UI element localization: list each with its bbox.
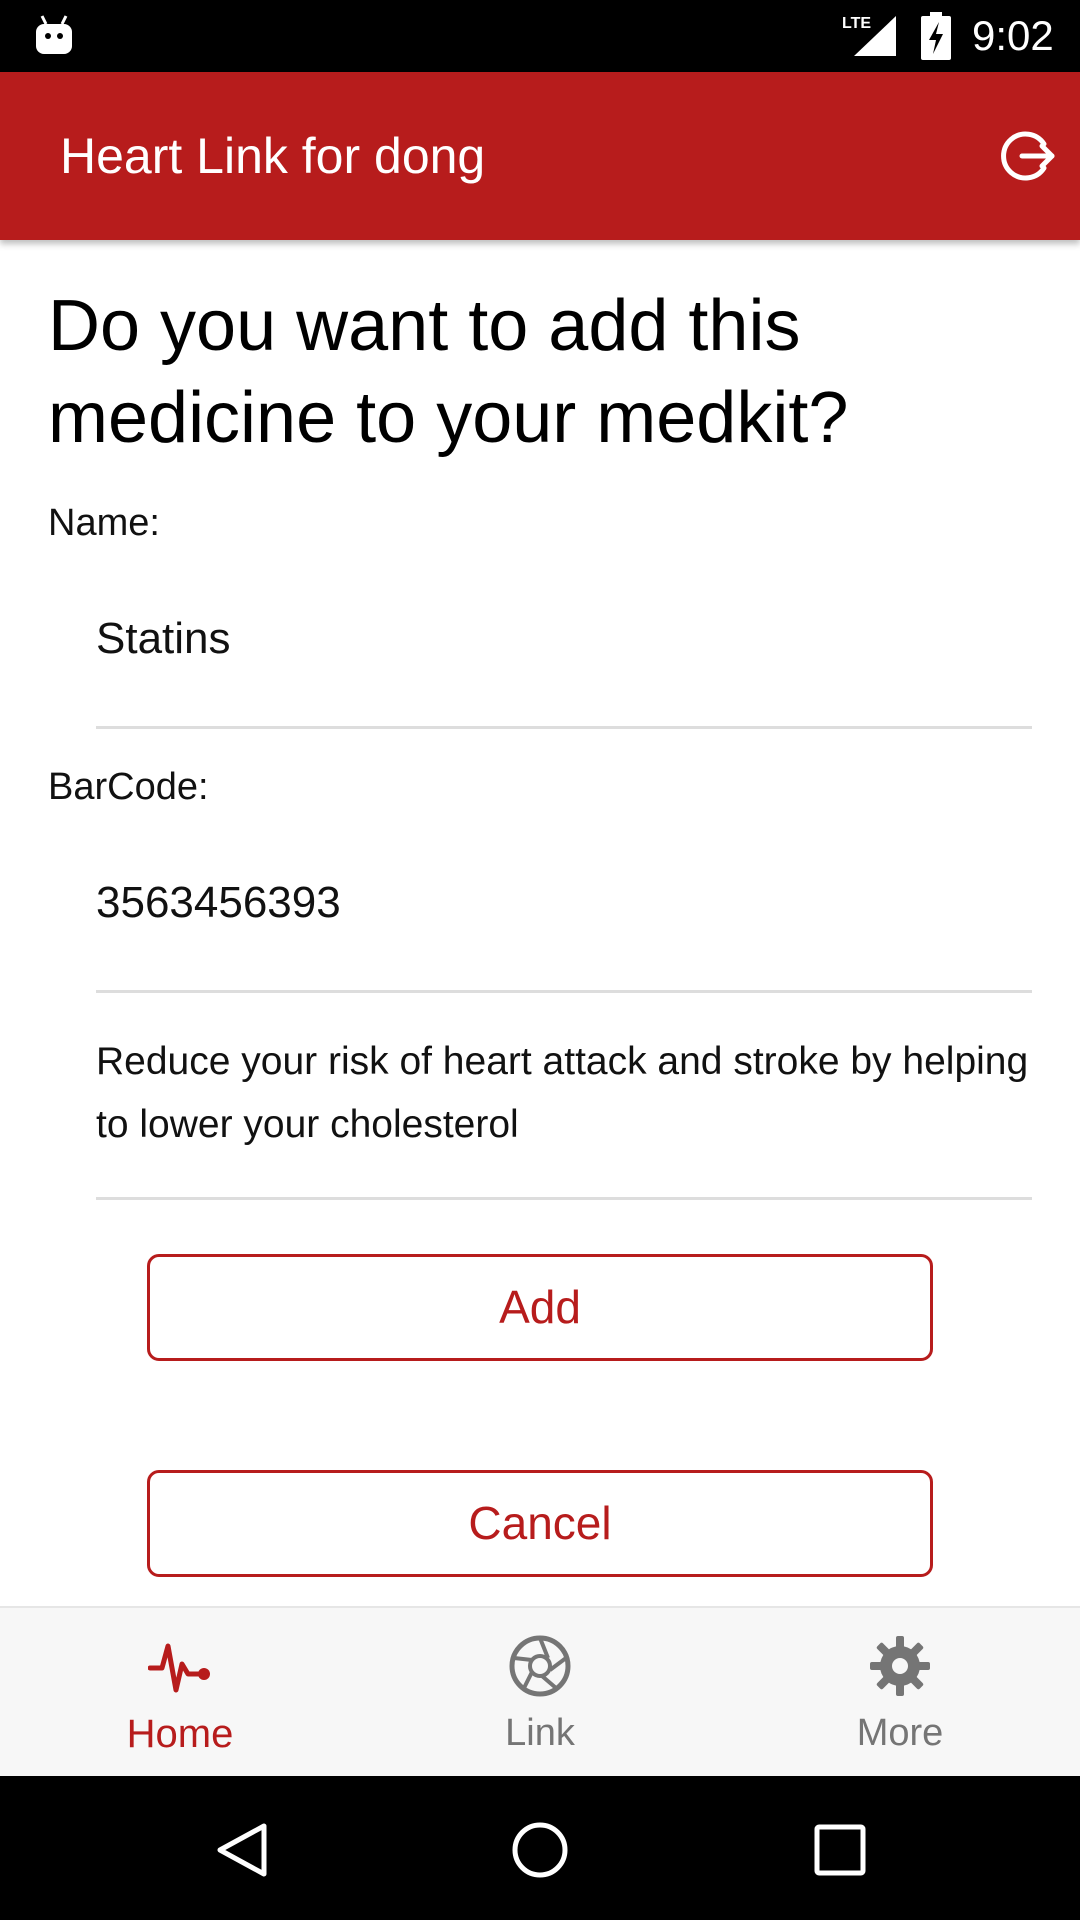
gear-icon	[870, 1636, 930, 1696]
description-text: Reduce your risk of heart attack and str…	[96, 1040, 1029, 1146]
cancel-button[interactable]: Cancel	[147, 1470, 933, 1577]
status-time: 9:02	[972, 12, 1054, 59]
nav-label-home: Home	[126, 1712, 234, 1756]
description-field[interactable]: Reduce your risk of heart attack and str…	[96, 1030, 1032, 1200]
name-value: Statins	[96, 614, 231, 663]
battery-charging-icon	[921, 12, 951, 60]
add-button[interactable]: Add	[147, 1254, 933, 1361]
nav-item-link[interactable]: Link	[360, 1608, 720, 1778]
network-label: LTE	[842, 15, 871, 32]
back-icon[interactable]	[212, 1820, 272, 1880]
add-medicine-form: Do you want to add this medicine to your…	[0, 240, 1080, 1606]
bottom-navigation: Home Link More	[0, 1606, 1080, 1776]
recents-icon[interactable]	[810, 1820, 870, 1880]
app-title: Heart Link for dong	[60, 128, 486, 184]
barcode-value: 3563456393	[96, 878, 341, 927]
barcode-field[interactable]: 3563456393	[96, 864, 1032, 993]
name-field[interactable]: Statins	[96, 600, 1032, 729]
nav-item-more[interactable]: More	[720, 1608, 1080, 1778]
nav-label-more: More	[856, 1712, 944, 1754]
aperture-icon	[509, 1635, 571, 1697]
nav-label-link: Link	[505, 1712, 575, 1754]
home-circle-icon[interactable]	[510, 1820, 570, 1880]
status-bar: LTE 9:02	[0, 0, 1080, 72]
system-navigation-bar	[0, 1776, 1080, 1920]
android-icon	[36, 15, 72, 54]
name-label: Name:	[48, 502, 160, 544]
page-title: Do you want to add this medicine to your…	[48, 286, 849, 458]
app-bar: Heart Link for dong	[0, 72, 1080, 240]
logout-icon[interactable]	[1000, 128, 1056, 184]
barcode-label: BarCode:	[48, 766, 209, 808]
lte-signal-icon: LTE	[842, 15, 896, 56]
nav-item-home[interactable]: Home	[0, 1608, 360, 1778]
heartbeat-icon	[148, 1643, 210, 1693]
